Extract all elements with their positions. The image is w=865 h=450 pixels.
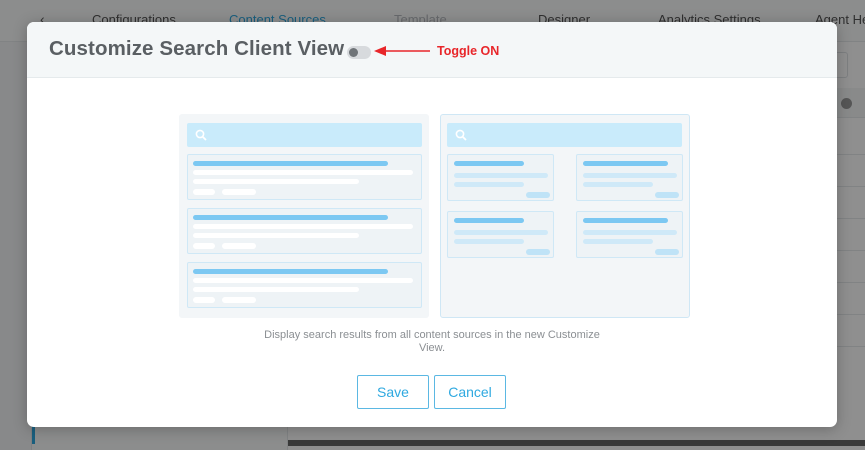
- modal-description-text: Display search results from all content …: [264, 329, 600, 354]
- preview-result-card: [187, 208, 422, 254]
- annotation-arrow-icon: [374, 46, 430, 56]
- preview-result-card: [187, 262, 422, 308]
- preview-search-bar: [187, 123, 422, 147]
- preview-grid-card: [576, 211, 683, 258]
- modal-header: Customize Search Client View Toggle ON: [27, 22, 837, 78]
- search-icon: [195, 129, 207, 141]
- customize-view-modal: Customize Search Client View Toggle ON D…: [27, 22, 837, 427]
- annotation-label: Toggle ON: [437, 44, 500, 58]
- modal-title: Customize Search Client View: [49, 37, 345, 60]
- preview-result-card: [187, 154, 422, 200]
- preview-search-bar: [447, 123, 682, 147]
- search-icon: [455, 129, 467, 141]
- toggle-knob: [349, 48, 358, 57]
- grid-view-preview: [440, 114, 690, 318]
- preview-grid-card: [447, 211, 554, 258]
- customize-view-toggle[interactable]: [347, 46, 371, 59]
- modal-description: Display search results from all content …: [27, 329, 837, 355]
- list-view-preview: [179, 114, 429, 318]
- preview-grid-card: [576, 154, 683, 201]
- preview-grid-card: [447, 154, 554, 201]
- save-button[interactable]: Save: [357, 375, 429, 409]
- cancel-button[interactable]: Cancel: [434, 375, 506, 409]
